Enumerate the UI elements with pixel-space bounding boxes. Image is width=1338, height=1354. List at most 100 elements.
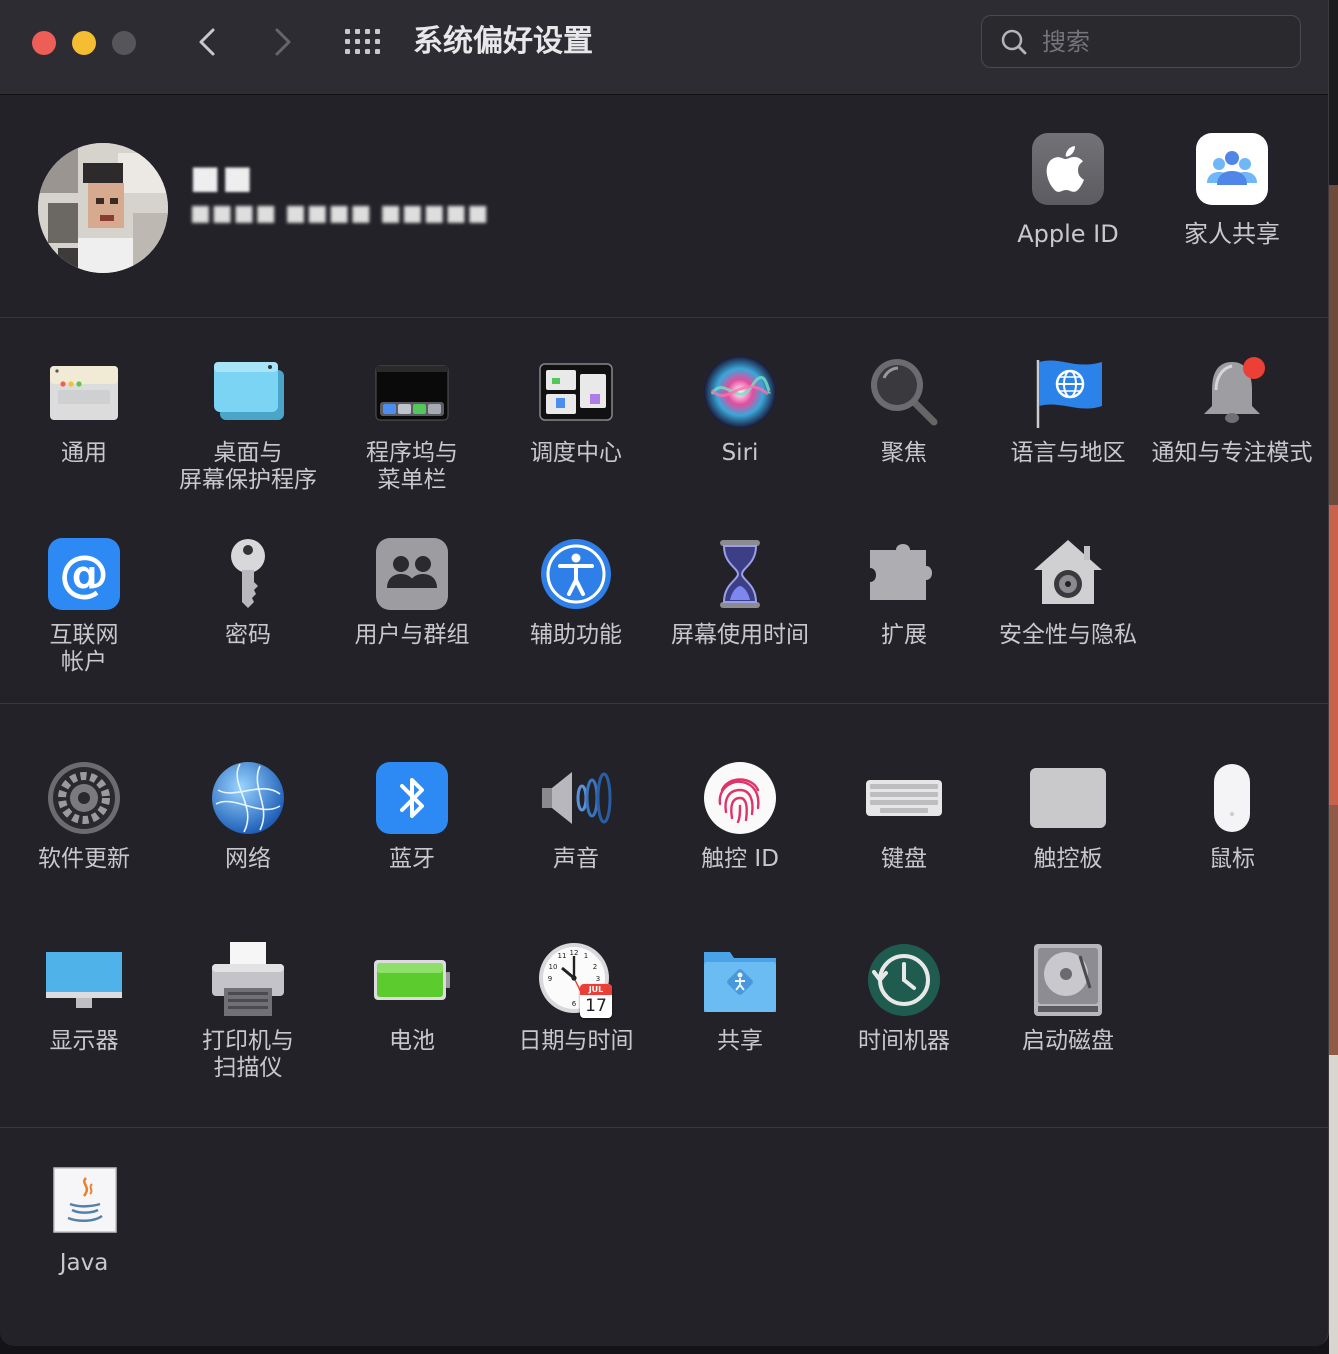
search-placeholder[interactable]: 搜索	[1042, 26, 1090, 58]
calendar-badge: JUL 17	[580, 984, 612, 1018]
svg-text:12: 12	[570, 949, 579, 957]
pref-printers-scanners[interactable]: 打印机与 扫描仪	[166, 942, 330, 1082]
preferences-section-hardware: 软件更新 网络 蓝牙 声音 触控 ID 键盘 触控板 鼠标 显示器 打印机与 扫…	[0, 704, 1328, 1128]
pref-displays[interactable]: 显示器	[2, 942, 166, 1055]
keyboard-icon	[866, 760, 942, 836]
pref-label: 聚焦	[881, 440, 927, 466]
pref-screen-time[interactable]: 屏幕使用时间	[658, 536, 822, 649]
spotlight-icon	[866, 354, 942, 430]
pref-trackpad[interactable]: 触控板	[986, 760, 1150, 873]
pref-label: 互联网 帐户	[49, 622, 119, 675]
zoom-button[interactable]	[112, 31, 136, 55]
apple-id-item[interactable]: Apple ID	[988, 133, 1148, 249]
pref-touch-id[interactable]: 触控 ID	[658, 760, 822, 873]
pref-mouse[interactable]: 鼠标	[1150, 760, 1314, 873]
window-title: 系统偏好设置	[413, 24, 593, 59]
pref-security-privacy[interactable]: 安全性与隐私	[986, 536, 1150, 649]
preferences-section-personal: 通用 桌面与 屏幕保护程序 程序坞与 菜单栏 调度中心 Siri 聚焦 语言与地…	[0, 318, 1328, 704]
pref-notifications[interactable]: 通知与专注模式	[1150, 354, 1314, 467]
pref-desktop-screensaver[interactable]: 桌面与 屏幕保护程序	[166, 354, 330, 494]
pref-java[interactable]: Java	[2, 1164, 166, 1277]
avatar[interactable]	[38, 143, 168, 273]
dock-menubar-icon	[374, 354, 450, 430]
pref-label: 用户与群组	[354, 622, 470, 648]
family-sharing-item[interactable]: 家人共享	[1152, 133, 1312, 249]
pref-battery[interactable]: 电池	[330, 942, 494, 1055]
pref-time-machine[interactable]: 时间机器	[822, 942, 986, 1055]
startup-disk-icon	[1030, 942, 1106, 1018]
language-region-icon	[1030, 354, 1106, 430]
pref-siri[interactable]: Siri	[658, 354, 822, 467]
pref-label: 鼠标	[1209, 846, 1255, 872]
pref-label: 声音	[553, 846, 599, 872]
apple-id-label: Apple ID	[1017, 220, 1119, 248]
svg-text:3: 3	[596, 975, 600, 983]
calendar-day: 17	[585, 996, 607, 1016]
show-all-grid-icon[interactable]	[344, 28, 382, 56]
pref-label: 扩展	[881, 622, 927, 648]
mission-control-icon	[538, 354, 614, 430]
displays-icon	[46, 942, 122, 1018]
sharing-icon	[702, 942, 778, 1018]
pref-startup-disk[interactable]: 启动磁盘	[986, 942, 1150, 1055]
pref-label: 打印机与 扫描仪	[202, 1028, 294, 1081]
pref-date-time[interactable]: 12 3 6 9 11 1 10 2 JUL 17 日期与时间	[494, 942, 658, 1055]
passwords-icon	[210, 536, 286, 612]
svg-text:1: 1	[584, 952, 588, 960]
printers-scanners-icon	[210, 942, 286, 1018]
pref-software-update[interactable]: 软件更新	[2, 760, 166, 873]
pref-dock-menubar[interactable]: 程序坞与 菜单栏	[330, 354, 494, 494]
search-icon	[1000, 28, 1028, 56]
pref-label: 密码	[225, 622, 271, 648]
svg-text:@: @	[59, 545, 109, 603]
bluetooth-icon	[374, 760, 450, 836]
screen-time-icon	[702, 536, 778, 612]
pref-passwords[interactable]: 密码	[166, 536, 330, 649]
pref-sharing[interactable]: 共享	[658, 942, 822, 1055]
user-email: ■■■■ ■■■■ ■■■■■	[190, 201, 490, 226]
users-groups-icon	[374, 536, 450, 612]
pref-label: 软件更新	[38, 846, 130, 872]
pref-accessibility[interactable]: 辅助功能	[494, 536, 658, 649]
svg-text:11: 11	[558, 952, 567, 960]
pref-general[interactable]: 通用	[2, 354, 166, 467]
preferences-section-other: Java	[0, 1128, 1328, 1346]
pref-label: 网络	[225, 846, 271, 872]
pref-sound[interactable]: 声音	[494, 760, 658, 873]
pref-users-groups[interactable]: 用户与群组	[330, 536, 494, 649]
siri-icon	[702, 354, 778, 430]
pref-label: 电池	[389, 1028, 435, 1054]
pref-language-region[interactable]: 语言与地区	[986, 354, 1150, 467]
pref-internet-accounts[interactable]: @ 互联网 帐户	[2, 536, 166, 676]
pref-bluetooth[interactable]: 蓝牙	[330, 760, 494, 873]
family-sharing-icon	[1196, 133, 1268, 205]
svg-text:6: 6	[572, 1000, 577, 1008]
pref-keyboard[interactable]: 键盘	[822, 760, 986, 873]
forward-button[interactable]	[262, 22, 302, 62]
chevron-right-icon	[275, 28, 291, 56]
apple-id-icon	[1032, 133, 1104, 205]
pref-label: 安全性与隐私	[999, 622, 1137, 648]
pref-label: 蓝牙	[389, 846, 435, 872]
back-button[interactable]	[188, 22, 228, 62]
pref-label: 时间机器	[858, 1028, 950, 1054]
pref-label: 显示器	[49, 1028, 119, 1054]
desktop-screensaver-icon	[210, 354, 286, 430]
pref-spotlight[interactable]: 聚焦	[822, 354, 986, 467]
user-name: ■■	[190, 158, 255, 196]
pref-label: Java	[59, 1250, 109, 1276]
pref-extensions[interactable]: 扩展	[822, 536, 986, 649]
extensions-icon	[866, 536, 942, 612]
svg-text:10: 10	[549, 963, 558, 971]
network-icon	[210, 760, 286, 836]
svg-text:2: 2	[593, 963, 597, 971]
pref-mission-control[interactable]: 调度中心	[494, 354, 658, 467]
minimize-button[interactable]	[72, 31, 96, 55]
software-update-icon	[46, 760, 122, 836]
pref-network[interactable]: 网络	[166, 760, 330, 873]
time-machine-icon	[866, 942, 942, 1018]
close-button[interactable]	[32, 31, 56, 55]
chevron-left-icon	[199, 28, 215, 56]
pref-label: 屏幕使用时间	[671, 622, 809, 648]
search-field[interactable]: 搜索	[981, 15, 1301, 68]
